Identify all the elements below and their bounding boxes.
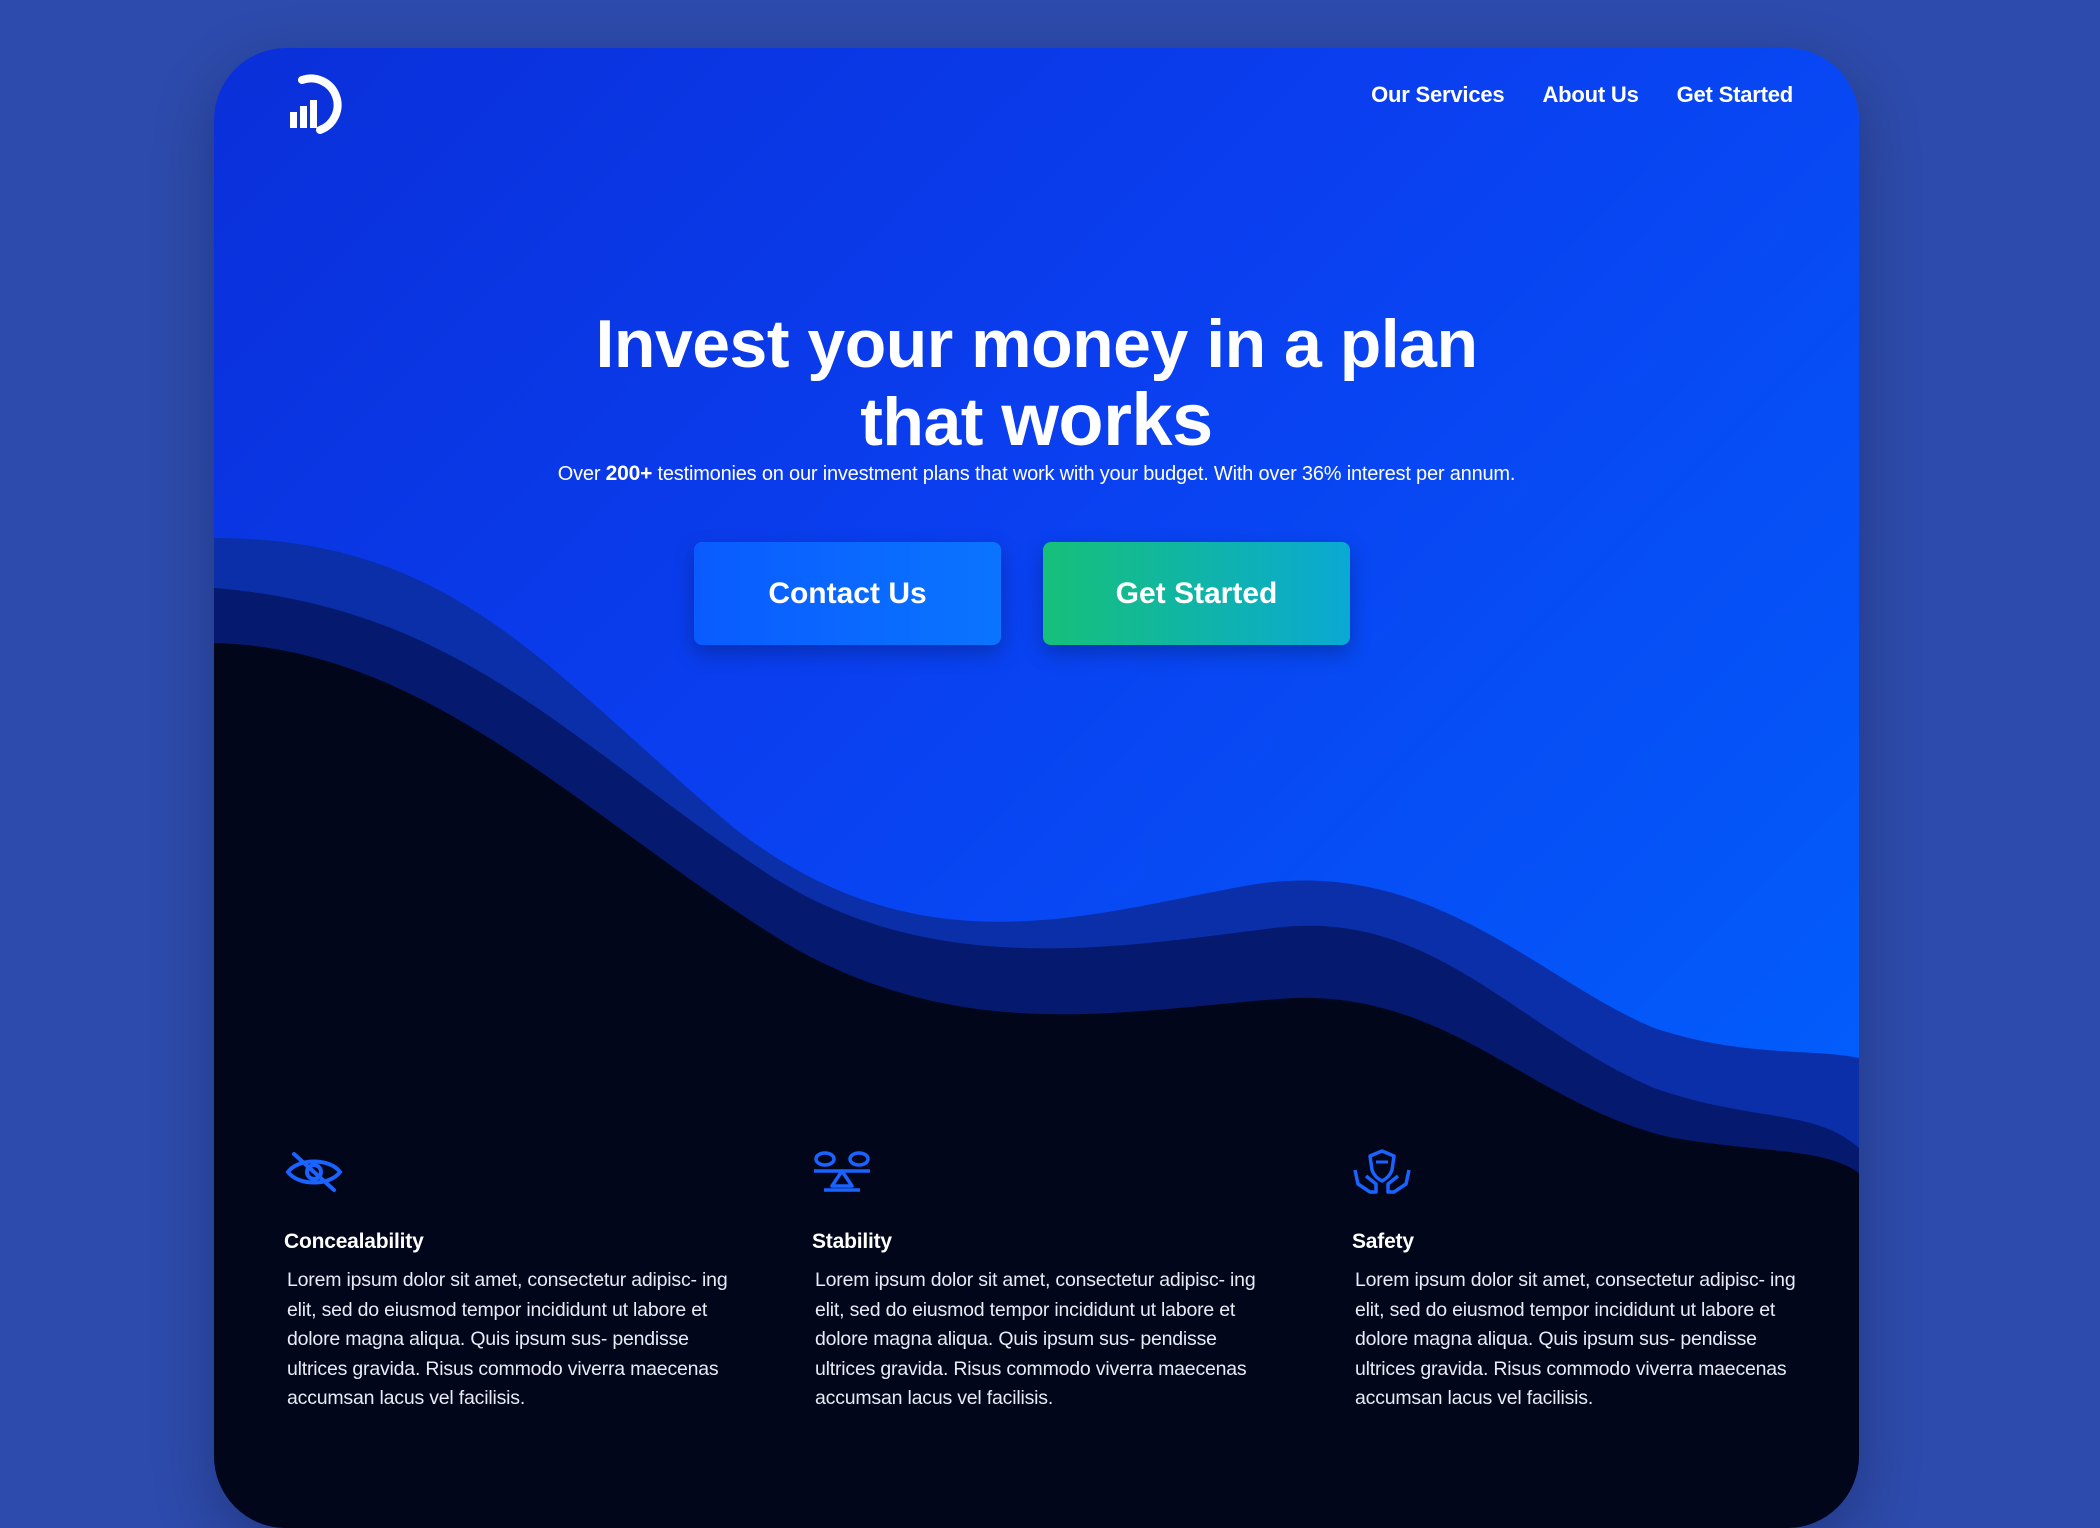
hero-title-line2: that works (214, 382, 1859, 461)
hero-title: Invest your money in a plan that works (214, 306, 1859, 460)
shield-hands-icon (1353, 1149, 1411, 1194)
hero-buttons: Contact Us Get Started (694, 542, 1350, 645)
get-started-button[interactable]: Get Started (1043, 542, 1350, 645)
hero-subtitle-suffix: testimonies on our investment plans that… (652, 463, 1516, 485)
feature-safety: Safety Lorem ipsum dolor sit amet, conse… (1352, 1148, 1802, 1414)
feature-body: Lorem ipsum dolor sit amet, consectetur … (1355, 1269, 1796, 1409)
hero-section: Invest your money in a plan that works O… (214, 306, 1859, 486)
features-section: Concealability Lorem ipsum dolor sit ame… (214, 1148, 1859, 1488)
feature-body: Lorem ipsum dolor sit amet, consectetur … (287, 1269, 728, 1409)
logo[interactable] (282, 66, 352, 136)
feature-title: Safety (1352, 1230, 1414, 1253)
nav-get-started[interactable]: Get Started (1677, 82, 1794, 108)
chart-arc-logo-icon (290, 74, 342, 134)
eye-slash-icon (285, 1152, 343, 1192)
contact-us-button[interactable]: Contact Us (694, 542, 1001, 645)
feature-concealability: Concealability Lorem ipsum dolor sit ame… (284, 1148, 734, 1414)
hero-title-emphasis: works (1001, 378, 1213, 461)
feature-title: Concealability (284, 1230, 424, 1253)
hero-title-line2-prefix: that (860, 384, 1002, 460)
nav-about-us[interactable]: About Us (1542, 82, 1638, 108)
feature-body: Lorem ipsum dolor sit amet, consectetur … (815, 1269, 1256, 1409)
feature-title: Stability (812, 1230, 892, 1253)
nav-our-services[interactable]: Our Services (1371, 82, 1505, 108)
landing-page-frame: Our Services About Us Get Started Invest… (214, 48, 1859, 1528)
hero-title-line1: Invest your money in a plan (595, 306, 1478, 382)
hero-subtitle-prefix: Over (557, 463, 606, 485)
hero-subtitle: Over 200+ testimonies on our investment … (214, 462, 1859, 486)
feature-stability: Stability Lorem ipsum dolor sit amet, co… (812, 1148, 1262, 1414)
balance-scale-icon (814, 1151, 870, 1192)
hero-subtitle-bold: 200+ (605, 462, 653, 485)
top-nav: Our Services About Us Get Started (1371, 82, 1793, 108)
